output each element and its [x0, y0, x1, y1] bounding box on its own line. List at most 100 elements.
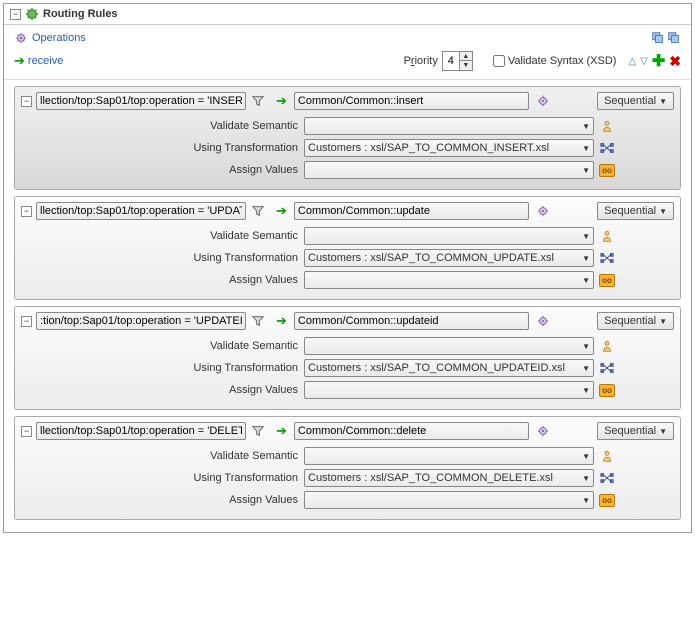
execution-mode-button[interactable]: Sequential ▼ [597, 92, 674, 110]
operations-link[interactable]: Operations [32, 32, 86, 44]
mapping-icon[interactable] [598, 469, 616, 487]
spinner-up[interactable]: ▲ [460, 52, 472, 61]
validate-syntax-checkbox[interactable]: Validate Syntax (XSD) [493, 55, 617, 67]
mapping-icon[interactable] [598, 139, 616, 157]
gear-icon [14, 31, 28, 45]
routing-icon [25, 7, 39, 21]
target-input[interactable] [294, 422, 529, 440]
mapping-icon[interactable] [598, 249, 616, 267]
validate-semantic-label: Validate Semantic [21, 450, 304, 462]
collapse-rule-button[interactable]: − [21, 426, 32, 437]
transformation-value: Customers : xsl/SAP_TO_COMMON_UPDATEID.x… [308, 362, 565, 374]
assign-icon[interactable]: oo [598, 271, 616, 289]
using-transformation-label: Using Transformation [21, 362, 304, 374]
collapse-rule-button[interactable]: − [21, 96, 32, 107]
caret-down-icon: ▼ [659, 207, 667, 216]
routing-rules-panel: − Routing Rules Operations ➔ receive Pri… [3, 3, 692, 533]
transformation-select[interactable]: Customers : xsl/SAP_TO_COMMON_UPDATEID.x… [304, 359, 594, 377]
assign-values-select[interactable]: ▼ [304, 161, 594, 179]
person-icon[interactable] [598, 337, 616, 355]
filter-icon[interactable] [250, 423, 266, 439]
filter-icon[interactable] [250, 93, 266, 109]
add-button[interactable]: ✚ [652, 51, 665, 71]
assign-values-label: Assign Values [21, 274, 304, 286]
copy-icon-2[interactable] [667, 31, 681, 45]
validate-syntax-input[interactable] [493, 55, 505, 67]
priority-spinner[interactable]: ▲ ▼ [442, 51, 473, 71]
mapping-icon[interactable] [598, 359, 616, 377]
validate-semantic-label: Validate Semantic [21, 340, 304, 352]
priority-label: Priority [404, 55, 438, 67]
filter-icon[interactable] [250, 313, 266, 329]
validate-semantic-select[interactable]: ▼ [304, 447, 594, 465]
receive-link[interactable]: receive [28, 55, 63, 67]
validate-semantic-select[interactable]: ▼ [304, 337, 594, 355]
person-icon[interactable] [598, 447, 616, 465]
move-up-button[interactable]: △ [628, 56, 636, 67]
validate-semantic-label: Validate Semantic [21, 230, 304, 242]
collapse-rule-button[interactable]: − [21, 206, 32, 217]
target-input[interactable] [294, 312, 529, 330]
transformation-value: Customers : xsl/SAP_TO_COMMON_DELETE.xsl [308, 472, 553, 484]
panel-title: Routing Rules [43, 8, 118, 20]
filter-input[interactable] [36, 202, 246, 220]
copy-icon-1[interactable] [651, 31, 665, 45]
browse-target-icon[interactable] [535, 203, 551, 219]
person-icon[interactable] [598, 227, 616, 245]
rule-header: − ➔ Sequential ▼ [15, 417, 680, 445]
person-icon[interactable] [598, 117, 616, 135]
rule-header: − ➔ Sequential ▼ [15, 307, 680, 335]
transformation-select[interactable]: Customers : xsl/SAP_TO_COMMON_UPDATE.xsl… [304, 249, 594, 267]
priority-input[interactable] [443, 52, 459, 70]
arrow-right-icon: ➔ [276, 203, 287, 219]
target-input[interactable] [294, 202, 529, 220]
execution-mode-button[interactable]: Sequential ▼ [597, 312, 674, 330]
validate-semantic-label: Validate Semantic [21, 120, 304, 132]
collapse-rule-button[interactable]: − [21, 316, 32, 327]
rule-item: − ➔ Sequential ▼ Validate Semantic ▼ [14, 306, 681, 410]
browse-target-icon[interactable] [535, 313, 551, 329]
move-down-button[interactable]: ▽ [640, 56, 648, 67]
execution-mode-button[interactable]: Sequential ▼ [597, 202, 674, 220]
rule-item: − ➔ Sequential ▼ Validate Semantic ▼ [14, 416, 681, 520]
execution-mode-label: Sequential [604, 425, 656, 437]
arrow-right-icon: ➔ [276, 423, 287, 439]
browse-target-icon[interactable] [535, 93, 551, 109]
filter-input[interactable] [36, 312, 246, 330]
assign-values-select[interactable]: ▼ [304, 271, 594, 289]
assign-icon[interactable]: oo [598, 161, 616, 179]
rule-header: − ➔ Sequential ▼ [15, 87, 680, 115]
execution-mode-label: Sequential [604, 315, 656, 327]
receive-row: ➔ receive Priority ▲ ▼ Validate Syntax (… [4, 49, 691, 80]
assign-icon[interactable]: oo [598, 491, 616, 509]
filter-icon[interactable] [250, 203, 266, 219]
filter-input[interactable] [36, 422, 246, 440]
copy-buttons [651, 31, 681, 45]
spinner-down[interactable]: ▼ [460, 61, 472, 70]
assign-values-select[interactable]: ▼ [304, 381, 594, 399]
assign-values-select[interactable]: ▼ [304, 491, 594, 509]
delete-button[interactable]: ✖ [669, 53, 681, 70]
transformation-value: Customers : xsl/SAP_TO_COMMON_UPDATE.xsl [308, 252, 554, 264]
rule-header: − ➔ Sequential ▼ [15, 197, 680, 225]
arrow-right-icon: ➔ [276, 93, 287, 109]
filter-input[interactable] [36, 92, 246, 110]
assign-values-label: Assign Values [21, 494, 304, 506]
validate-syntax-label: Validate Syntax (XSD) [508, 55, 617, 67]
panel-header: − Routing Rules [4, 4, 691, 25]
arrow-right-icon: ➔ [14, 53, 25, 69]
execution-mode-button[interactable]: Sequential ▼ [597, 422, 674, 440]
rule-item: − ➔ Sequential ▼ Validate Semantic ▼ [14, 196, 681, 300]
rules-list: − ➔ Sequential ▼ Validate Semantic ▼ [4, 80, 691, 532]
assign-icon[interactable]: oo [598, 381, 616, 399]
browse-target-icon[interactable] [535, 423, 551, 439]
caret-down-icon: ▼ [659, 317, 667, 326]
transformation-select[interactable]: Customers : xsl/SAP_TO_COMMON_DELETE.xsl… [304, 469, 594, 487]
transformation-select[interactable]: Customers : xsl/SAP_TO_COMMON_INSERT.xsl… [304, 139, 594, 157]
collapse-panel-button[interactable]: − [10, 9, 21, 20]
validate-semantic-select[interactable]: ▼ [304, 117, 594, 135]
caret-down-icon: ▼ [659, 427, 667, 436]
target-input[interactable] [294, 92, 529, 110]
using-transformation-label: Using Transformation [21, 252, 304, 264]
validate-semantic-select[interactable]: ▼ [304, 227, 594, 245]
